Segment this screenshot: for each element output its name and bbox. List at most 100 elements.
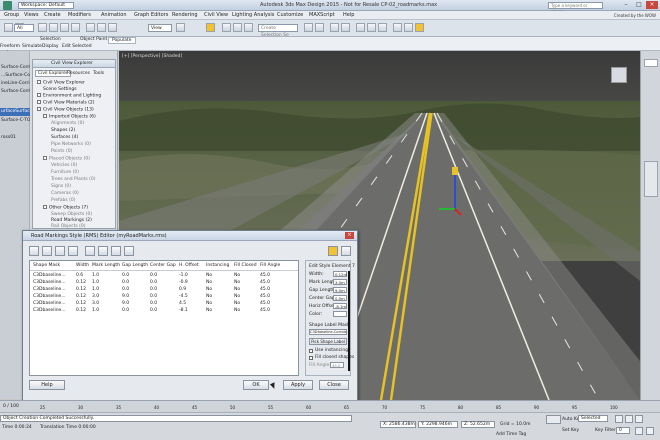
play-icon[interactable] — [625, 415, 633, 423]
menu-civil-view[interactable]: Civil View — [204, 12, 228, 18]
use-instancing-checkbox[interactable] — [309, 349, 313, 353]
maximize-button[interactable]: □ — [633, 1, 645, 9]
menu-customize[interactable]: Customize — [277, 12, 303, 18]
table-row[interactable]: C3Dbaseline... 0.12 1.0 0.0 0.0 -0.9 No No 45.0 — [30, 280, 298, 287]
tree-item[interactable]: Civil View Objects (13) — [37, 107, 94, 113]
help-icon[interactable] — [328, 246, 338, 256]
table-row[interactable]: C3Dbaseline... 0.12 1.0 0.0 0.0 0.9 No No 45.0 — [30, 287, 298, 294]
ribbon-freeform[interactable]: Freeform — [0, 44, 20, 49]
menu-modifiers[interactable]: Modifiers — [68, 12, 91, 18]
tree-item[interactable]: Civil View Materials (2) — [37, 100, 95, 106]
current-frame-field[interactable]: 0 — [616, 427, 630, 434]
selection-filter-dropdown[interactable]: All — [14, 24, 34, 32]
window-crossing-icon[interactable] — [71, 23, 80, 32]
scene-object-item[interactable]: ross01 — [0, 134, 30, 142]
ribbon-simulate[interactable]: Simulate — [22, 44, 42, 49]
layer-manager-icon[interactable] — [330, 23, 339, 32]
table-row[interactable]: C3Dbaseline... 0.12 3.0 9.0 0.0 4.5 No No 45.0 — [30, 301, 298, 308]
tree-item[interactable]: Furniture (0) — [51, 170, 79, 175]
select-object-icon[interactable] — [38, 23, 47, 32]
column-header[interactable]: Instancing — [206, 263, 229, 268]
tree-item[interactable]: Cameras (0) — [51, 191, 79, 196]
fill-angle-field[interactable]: 45.0 — [330, 362, 344, 368]
angle-snap-icon[interactable] — [222, 23, 231, 32]
scene-object-item[interactable]: Surface-Corri — [0, 88, 30, 96]
scene-object-item[interactable]: Surface-Corri — [0, 64, 30, 72]
tree-item[interactable]: Trees and Plants (0) — [51, 177, 96, 182]
column-header[interactable]: Shape Mask — [33, 263, 60, 268]
delete-element-icon[interactable] — [98, 246, 108, 256]
column-header[interactable]: H. Offset — [179, 263, 199, 268]
go-to-end-icon[interactable] — [635, 415, 643, 423]
scene-object-item[interactable]: ineLine-Corri — [0, 80, 30, 88]
parameters-rollout[interactable] — [644, 161, 658, 197]
width-field[interactable]: 0.12m — [333, 271, 347, 277]
mirror-icon[interactable] — [304, 23, 313, 32]
snap-toggle-icon[interactable] — [206, 23, 215, 32]
column-header[interactable]: Center Gap — [150, 263, 176, 268]
scale-icon[interactable] — [108, 23, 117, 32]
viewport-label[interactable]: [+] [Perspective] [Shaded] — [122, 54, 182, 59]
schematic-view-icon[interactable] — [367, 23, 376, 32]
tab-resources[interactable]: Resources — [67, 71, 90, 76]
spinner-snap-icon[interactable] — [244, 23, 253, 32]
move-icon[interactable] — [86, 23, 95, 32]
rotate-icon[interactable] — [97, 23, 106, 32]
dialog-close-button[interactable]: × — [345, 232, 354, 239]
menu-views[interactable]: Views — [24, 12, 38, 18]
tree-item[interactable]: Alignments (0) — [51, 121, 84, 126]
ribbon-tab-populate[interactable]: Populate — [108, 37, 136, 44]
tree-item[interactable]: Rail Objects (0) — [51, 224, 86, 229]
pivot-icon[interactable] — [176, 23, 185, 32]
tree-item[interactable]: Vehicles (0) — [51, 163, 77, 168]
tree-item[interactable]: Imported Objects (6) — [43, 114, 96, 120]
add-time-tag[interactable]: Add Time Tag — [496, 432, 526, 437]
scene-object-item[interactable]: Surface-C-TO — [0, 117, 30, 125]
graphite-toggle-icon[interactable] — [341, 23, 350, 32]
select-by-name-icon[interactable] — [49, 23, 58, 32]
coord-y-field[interactable]: Y: 2298.946m — [418, 421, 458, 428]
tab-civil-explorer[interactable]: Civil Explorer — [35, 70, 71, 77]
menu-graph-editors[interactable]: Graph Editors — [134, 12, 168, 18]
scene-object-item-selected[interactable]: urfaceSurface — [0, 108, 30, 116]
close-button[interactable]: × — [646, 1, 658, 9]
menu-animation[interactable]: Animation — [101, 12, 127, 18]
gap-length-field[interactable]: 9.0m — [333, 287, 347, 293]
scene-object-item[interactable]: ...Surface-Corr — [0, 72, 30, 80]
tree-item[interactable]: Scene Settings — [43, 87, 77, 92]
tree-item[interactable]: Other Objects (7) — [43, 205, 88, 211]
new-icon[interactable] — [29, 246, 39, 256]
tree-item[interactable]: Points (0) — [51, 149, 72, 154]
curve-editor-icon[interactable] — [356, 23, 365, 32]
pick-shape-label-button[interactable]: Pick Shape Label — [309, 338, 347, 345]
tree-item[interactable]: Surfaces (4) — [51, 135, 78, 140]
coord-x-field[interactable]: X: 2586.438m — [380, 421, 416, 428]
open-icon[interactable] — [42, 246, 52, 256]
app-icon[interactable] — [3, 1, 12, 10]
ok-button[interactable]: OK — [243, 380, 269, 390]
ribbon-tab-object-paint[interactable]: Object Paint — [80, 37, 107, 42]
tree-item[interactable]: Placed Objects (0) — [43, 156, 90, 162]
tree-item[interactable]: Signs (0) — [51, 184, 71, 189]
percent-snap-icon[interactable] — [233, 23, 242, 32]
tree-item[interactable]: Civil View Explorer — [37, 80, 85, 86]
ribbon-edit-selected[interactable]: Edit Selected — [62, 44, 92, 49]
tree-item[interactable]: Shapes (2) — [51, 128, 75, 133]
set-key-button[interactable]: Set Key — [562, 428, 579, 433]
column-header[interactable]: Fill Angle — [260, 263, 280, 268]
named-selection-dropdown[interactable]: Create Selection Se — [258, 24, 298, 38]
move-down-icon[interactable] — [124, 246, 134, 256]
menu-rendering[interactable]: Rendering — [172, 12, 198, 18]
minimize-button[interactable]: – — [620, 1, 632, 9]
fill-closed-checkbox[interactable] — [309, 356, 313, 360]
viewcube-icon[interactable] — [611, 67, 627, 83]
tree-item[interactable]: Prefabs (0) — [51, 198, 76, 203]
command-tab-create[interactable] — [644, 59, 658, 67]
column-header[interactable]: Mark Length — [92, 263, 120, 268]
table-row[interactable]: C3Dbaseline... 0.6 1.0 0.0 0.0 -1.0 No No 45.0 — [30, 273, 298, 280]
table-row[interactable]: C3Dbaseline... 0.12 1.0 0.0 0.0 -8.1 No No 45.0 — [30, 308, 298, 315]
apply-button[interactable]: Apply — [283, 380, 313, 390]
selected-dropdown[interactable]: Selected — [578, 415, 608, 422]
go-to-start-icon[interactable] — [615, 415, 623, 423]
menu-group[interactable]: Group — [4, 12, 19, 18]
